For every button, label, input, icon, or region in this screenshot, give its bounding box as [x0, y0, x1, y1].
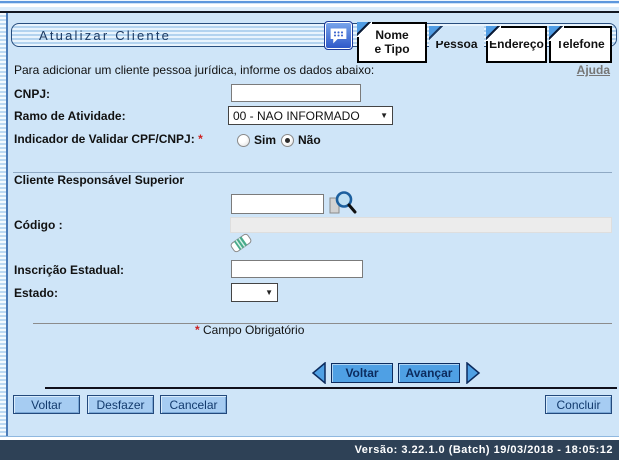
desfazer-button[interactable]: Desfazer: [87, 395, 154, 414]
left-decor-strip: [0, 13, 8, 436]
voltar-nav-button[interactable]: Voltar: [331, 363, 393, 383]
ramo-selected-value: 00 - NAO INFORMADO: [233, 109, 360, 123]
inscricao-input[interactable]: [231, 260, 363, 278]
arrow-left-icon: [311, 362, 327, 384]
help-link[interactable]: Ajuda: [577, 63, 610, 77]
codigo-search-input[interactable]: [231, 194, 324, 214]
section-heading: Cliente Responsável Superior: [14, 173, 184, 187]
chat-bubble-button[interactable]: [324, 21, 353, 50]
tab-notch: [549, 26, 564, 41]
tab-pessoa-active[interactable]: Pessoa: [429, 26, 484, 63]
arrow-right-icon: [465, 362, 481, 384]
indicador-label: Indicador de Validar CPF/CNPJ: *: [14, 132, 203, 146]
avancar-nav-button[interactable]: Avançar: [398, 363, 460, 383]
page-title: Atualizar Cliente: [39, 24, 171, 47]
nav-prev-arrow-button[interactable]: [311, 362, 327, 387]
ramo-select[interactable]: 00 - NAO INFORMADO ▼: [228, 106, 393, 125]
chat-bubble-icon: [328, 25, 349, 46]
tab-nome-e-tipo[interactable]: Nome e Tipo: [357, 22, 427, 63]
tab-notch: [429, 26, 444, 41]
radio-sim[interactable]: [237, 134, 250, 147]
codigo-readonly-field: [230, 217, 612, 233]
dropdown-arrow-icon: ▼: [380, 111, 388, 120]
cnpj-label: CNPJ:: [14, 87, 50, 101]
tab-notch: [486, 26, 501, 41]
required-asterisk: *: [195, 323, 200, 337]
tab-endereco[interactable]: Endereço: [486, 26, 547, 63]
nav-next-arrow-button[interactable]: [465, 362, 481, 387]
eraser-icon: [229, 232, 253, 254]
cancelar-button[interactable]: Cancelar: [160, 395, 227, 414]
required-asterisk: *: [198, 132, 203, 146]
clear-codigo-button[interactable]: [229, 232, 253, 257]
tab-telefone[interactable]: Telefone: [549, 26, 612, 63]
app-window: Atualizar Cliente Nome e Tipo Pessoa End…: [0, 0, 619, 460]
radio-nao[interactable]: [281, 134, 294, 147]
radio-nao-label: Não: [298, 133, 321, 147]
tab-notch: [357, 22, 372, 37]
required-note: * Campo Obrigatório: [195, 323, 304, 337]
window-top-stripes: [0, 0, 619, 11]
tab-label: e Tipo: [374, 43, 409, 57]
codigo-label: Código :: [14, 218, 63, 232]
footer-divider: [33, 323, 612, 324]
search-icon: [327, 190, 357, 218]
inscricao-label: Inscrição Estadual:: [14, 263, 124, 277]
dropdown-arrow-icon: ▼: [265, 288, 273, 297]
tab-label: Nome: [375, 29, 408, 43]
radio-sim-label: Sim: [254, 133, 276, 147]
voltar-button[interactable]: Voltar: [13, 395, 80, 414]
cnpj-input[interactable]: [231, 84, 361, 102]
ramo-label: Ramo de Atividade:: [14, 109, 126, 123]
estado-select[interactable]: ▼: [231, 283, 278, 302]
intro-text: Para adicionar um cliente pessoa jurídic…: [14, 63, 374, 77]
estado-label: Estado:: [14, 286, 58, 300]
main-panel: Atualizar Cliente Nome e Tipo Pessoa End…: [0, 11, 619, 437]
concluir-button[interactable]: Concluir: [545, 395, 612, 414]
version-status-bar: Versão: 3.22.1.0 (Batch) 19/03/2018 - 18…: [0, 440, 619, 460]
footer-separator-line: [45, 387, 617, 389]
